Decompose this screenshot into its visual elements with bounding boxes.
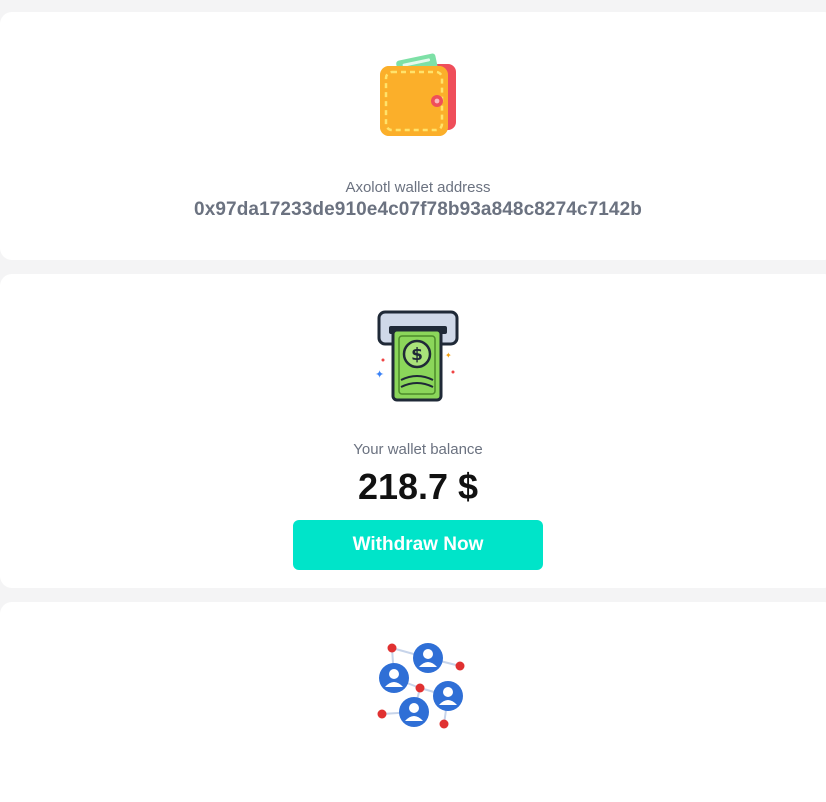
wallet-icon [0,50,826,140]
withdraw-now-button[interactable]: Withdraw Now [293,520,543,570]
referral-network-icon [0,638,826,734]
wallet-balance-card: $ ✦ ✦ Your wallet balance 218.7 $ Withdr… [0,274,826,588]
wallet-address-label: Axolotl wallet address [345,179,491,196]
referral-network-card [0,602,826,802]
wallet-address-value: 0x97da17233de910e4c07f78b93a848c8274c714… [194,199,642,220]
svg-text:✦: ✦ [445,351,452,360]
svg-text:$: $ [411,345,423,365]
wallet-balance-value: 218.7 $ [357,466,479,507]
wallet-balance-label: Your wallet balance [353,441,483,458]
atm-cash-icon: $ ✦ ✦ [0,310,826,404]
wallet-address-card: Axolotl wallet address 0x97da17233de910e… [0,12,826,260]
svg-text:✦: ✦ [375,368,384,381]
